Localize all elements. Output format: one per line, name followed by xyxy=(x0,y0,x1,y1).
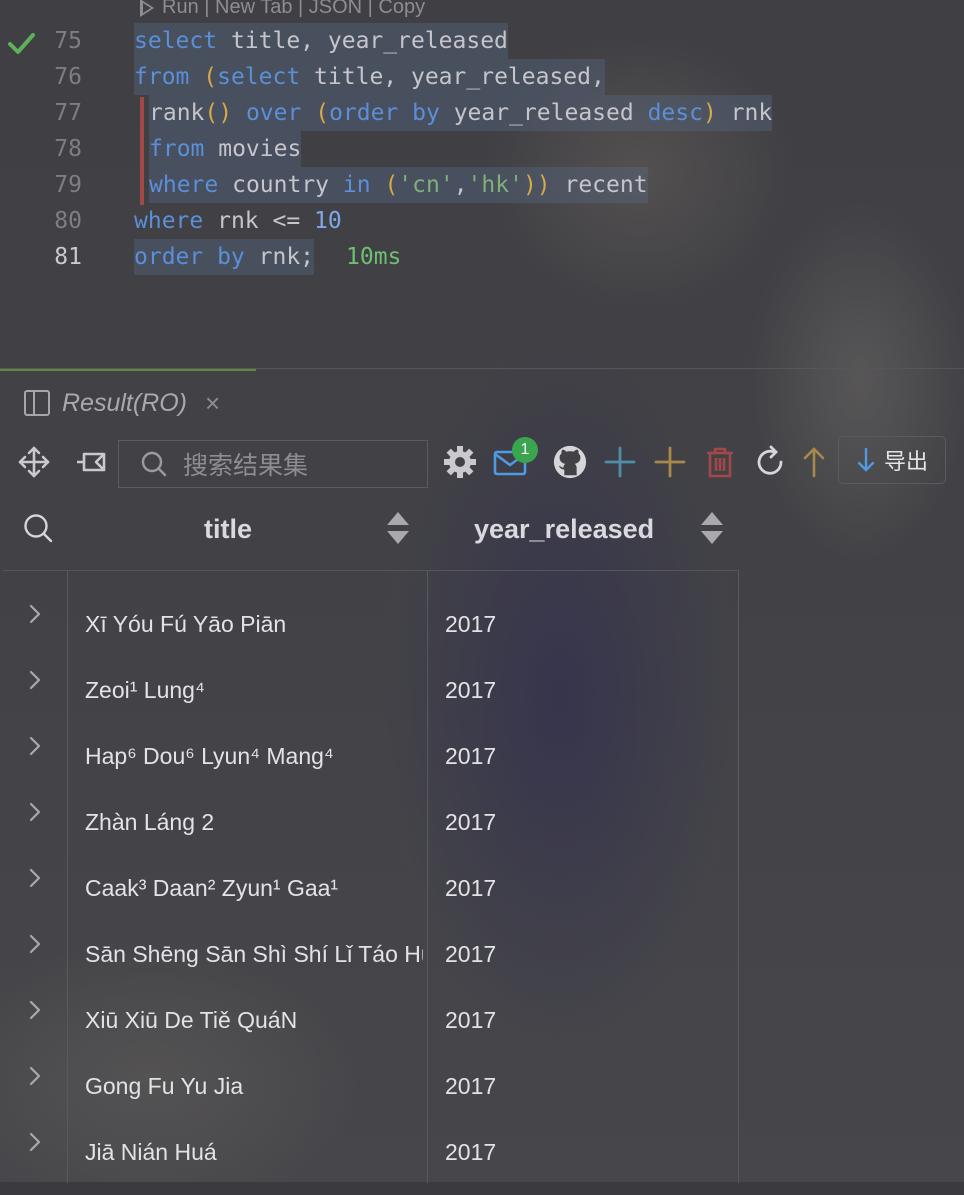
sort-title-icon[interactable] xyxy=(386,510,410,546)
cell-year-released[interactable]: 2017 xyxy=(445,713,496,779)
cell-title[interactable]: Xī Yóu Fú Yāo Piān xyxy=(85,581,423,647)
chevron-right-icon[interactable] xyxy=(23,799,47,825)
cell-title[interactable]: Sān Shēng Sān Shì Shí Lǐ Táo Huā xyxy=(85,911,423,977)
codelens-actions[interactable]: Run | New Tab | JSON | Copy xyxy=(140,0,425,19)
export-label: 导出 xyxy=(883,449,928,474)
sort-year-icon[interactable] xyxy=(700,510,724,546)
notification-badge: 1 xyxy=(512,437,538,463)
cell-title[interactable]: Xiū Xiū De Tiě QuáN xyxy=(85,977,423,1043)
add-column-icon[interactable] xyxy=(652,444,688,480)
cell-title[interactable]: Zeoi¹ Lung⁴ xyxy=(85,647,423,713)
code-text[interactable]: from (select title, year_released, xyxy=(134,59,605,95)
move-icon[interactable] xyxy=(16,444,52,480)
trash-icon[interactable] xyxy=(702,444,738,480)
code-line[interactable]: 81 order by rnk; 10ms xyxy=(0,239,964,275)
cell-year-released[interactable]: 2017 xyxy=(445,1043,496,1109)
panel-layout-icon[interactable] xyxy=(24,390,50,416)
pin-icon[interactable] xyxy=(74,444,110,480)
result-tab-bar: Result(RO) × xyxy=(0,368,964,435)
line-number: 77 xyxy=(54,100,82,126)
cell-title[interactable]: Gong Fu Yu Jia xyxy=(85,1043,423,1109)
cell-year-released[interactable]: 2017 xyxy=(445,911,496,977)
arrow-down-icon xyxy=(857,447,875,472)
cell-year-released[interactable]: 2017 xyxy=(445,977,496,1043)
cell-title[interactable]: Hap⁶ Dou⁶ Lyun⁴ Mang⁴ xyxy=(85,713,423,779)
cell-year-released[interactable]: 2017 xyxy=(445,647,496,713)
code-line[interactable]: 78 from movies xyxy=(0,131,964,167)
cell-title[interactable]: Jiā Nián Huá xyxy=(85,1109,423,1175)
cell-year-released[interactable]: 2017 xyxy=(445,1109,496,1175)
code-text[interactable]: order by rnk; xyxy=(134,239,315,275)
tab-result-label[interactable]: Result(RO) xyxy=(62,389,187,418)
table-row[interactable]: Zeoi¹ Lung⁴ 2017 xyxy=(3,647,739,713)
cell-title[interactable]: Zhàn Láng 2 xyxy=(85,779,423,845)
export-button[interactable]: 导出 xyxy=(838,436,946,484)
tab-result[interactable]: Result(RO) × xyxy=(0,369,256,435)
result-toolbar: 搜索结果集 导出 xyxy=(0,434,964,492)
cell-year-released[interactable]: 2017 xyxy=(445,581,496,647)
table-row[interactable]: Caak³ Daan² Zyun¹ Gaa¹ 2017 xyxy=(3,845,739,911)
close-icon[interactable]: × xyxy=(205,388,220,419)
chevron-right-icon[interactable] xyxy=(23,667,47,693)
add-row-icon[interactable] xyxy=(602,444,638,480)
column-header-year-released[interactable]: year_released xyxy=(474,496,654,562)
codelens-text[interactable]: Run | New Tab | JSON | Copy xyxy=(162,0,425,19)
line-number: 78 xyxy=(54,136,82,162)
chevron-right-icon[interactable] xyxy=(23,1063,47,1089)
cell-year-released[interactable]: 2017 xyxy=(445,779,496,845)
chevron-right-icon[interactable] xyxy=(23,1129,47,1155)
search-input[interactable]: 搜索结果集 xyxy=(118,440,428,488)
line-number: 75 xyxy=(54,28,82,54)
line-number: 79 xyxy=(54,172,82,198)
code-line[interactable]: 77 rank() over (order by year_released de… xyxy=(0,95,964,131)
table-row[interactable]: Xī Yóu Fú Yāo Piān 2017 xyxy=(3,581,739,647)
code-text[interactable]: where rnk <= 10 xyxy=(134,203,342,239)
column-search-icon[interactable] xyxy=(22,512,54,549)
arrow-up-icon[interactable] xyxy=(796,444,832,480)
subquery-gutter-marker xyxy=(140,97,144,205)
result-table: Xī Yóu Fú Yāo Piān 2017 Zeoi¹ Lung⁴ 2017 Hap… xyxy=(3,570,739,1183)
code-line[interactable]: 79 where country in ('cn','hk')) recent xyxy=(0,167,964,203)
code-text[interactable]: select title, year_released xyxy=(134,23,508,59)
code-text[interactable]: rank() over (order by year_released desc… xyxy=(149,95,773,131)
table-row[interactable]: Hap⁶ Dou⁶ Lyun⁴ Mang⁴ 2017 xyxy=(3,713,739,779)
cell-year-released[interactable]: 2017 xyxy=(445,845,496,911)
gear-icon[interactable] xyxy=(442,444,478,480)
run-icon[interactable] xyxy=(140,0,154,17)
table-row[interactable]: Zhàn Láng 2 2017 xyxy=(3,779,739,845)
table-row[interactable]: Sān Shēng Sān Shì Shí Lǐ Táo Huā 2017 xyxy=(3,911,739,977)
code-line[interactable]: 76 from (select title, year_released, xyxy=(0,59,964,95)
code-line[interactable]: 80 where rnk <= 10 xyxy=(0,203,964,239)
code-line[interactable]: 75 select title, year_released xyxy=(0,23,964,59)
chevron-right-icon[interactable] xyxy=(23,931,47,957)
line-number: 81 xyxy=(54,244,82,270)
chevron-right-icon[interactable] xyxy=(23,865,47,891)
search-icon xyxy=(141,451,167,477)
table-row[interactable]: Xiū Xiū De Tiě QuáN 2017 xyxy=(3,977,739,1043)
chevron-right-icon[interactable] xyxy=(23,997,47,1023)
table-row[interactable]: Jiā Nián Huá 2017 xyxy=(3,1109,739,1175)
code-text[interactable]: from movies xyxy=(149,131,302,167)
github-icon[interactable] xyxy=(552,444,588,480)
chevron-right-icon[interactable] xyxy=(23,601,47,627)
cell-title[interactable]: Caak³ Daan² Zyun¹ Gaa¹ xyxy=(85,845,423,911)
search-placeholder: 搜索结果集 xyxy=(183,452,309,480)
execution-time: 10ms xyxy=(346,244,402,270)
chevron-right-icon[interactable] xyxy=(23,733,47,759)
table-header: title year_released xyxy=(0,496,964,568)
line-number: 76 xyxy=(54,64,82,90)
sql-editor[interactable]: Run | New Tab | JSON | Copy 75 select tit… xyxy=(0,0,964,368)
line-number: 80 xyxy=(54,208,82,234)
column-header-title[interactable]: title xyxy=(204,496,252,562)
refresh-icon[interactable] xyxy=(752,444,788,480)
table-row[interactable]: Gong Fu Yu Jia 2017 xyxy=(3,1043,739,1109)
code-text[interactable]: where country in ('cn','hk')) recent xyxy=(149,167,648,203)
